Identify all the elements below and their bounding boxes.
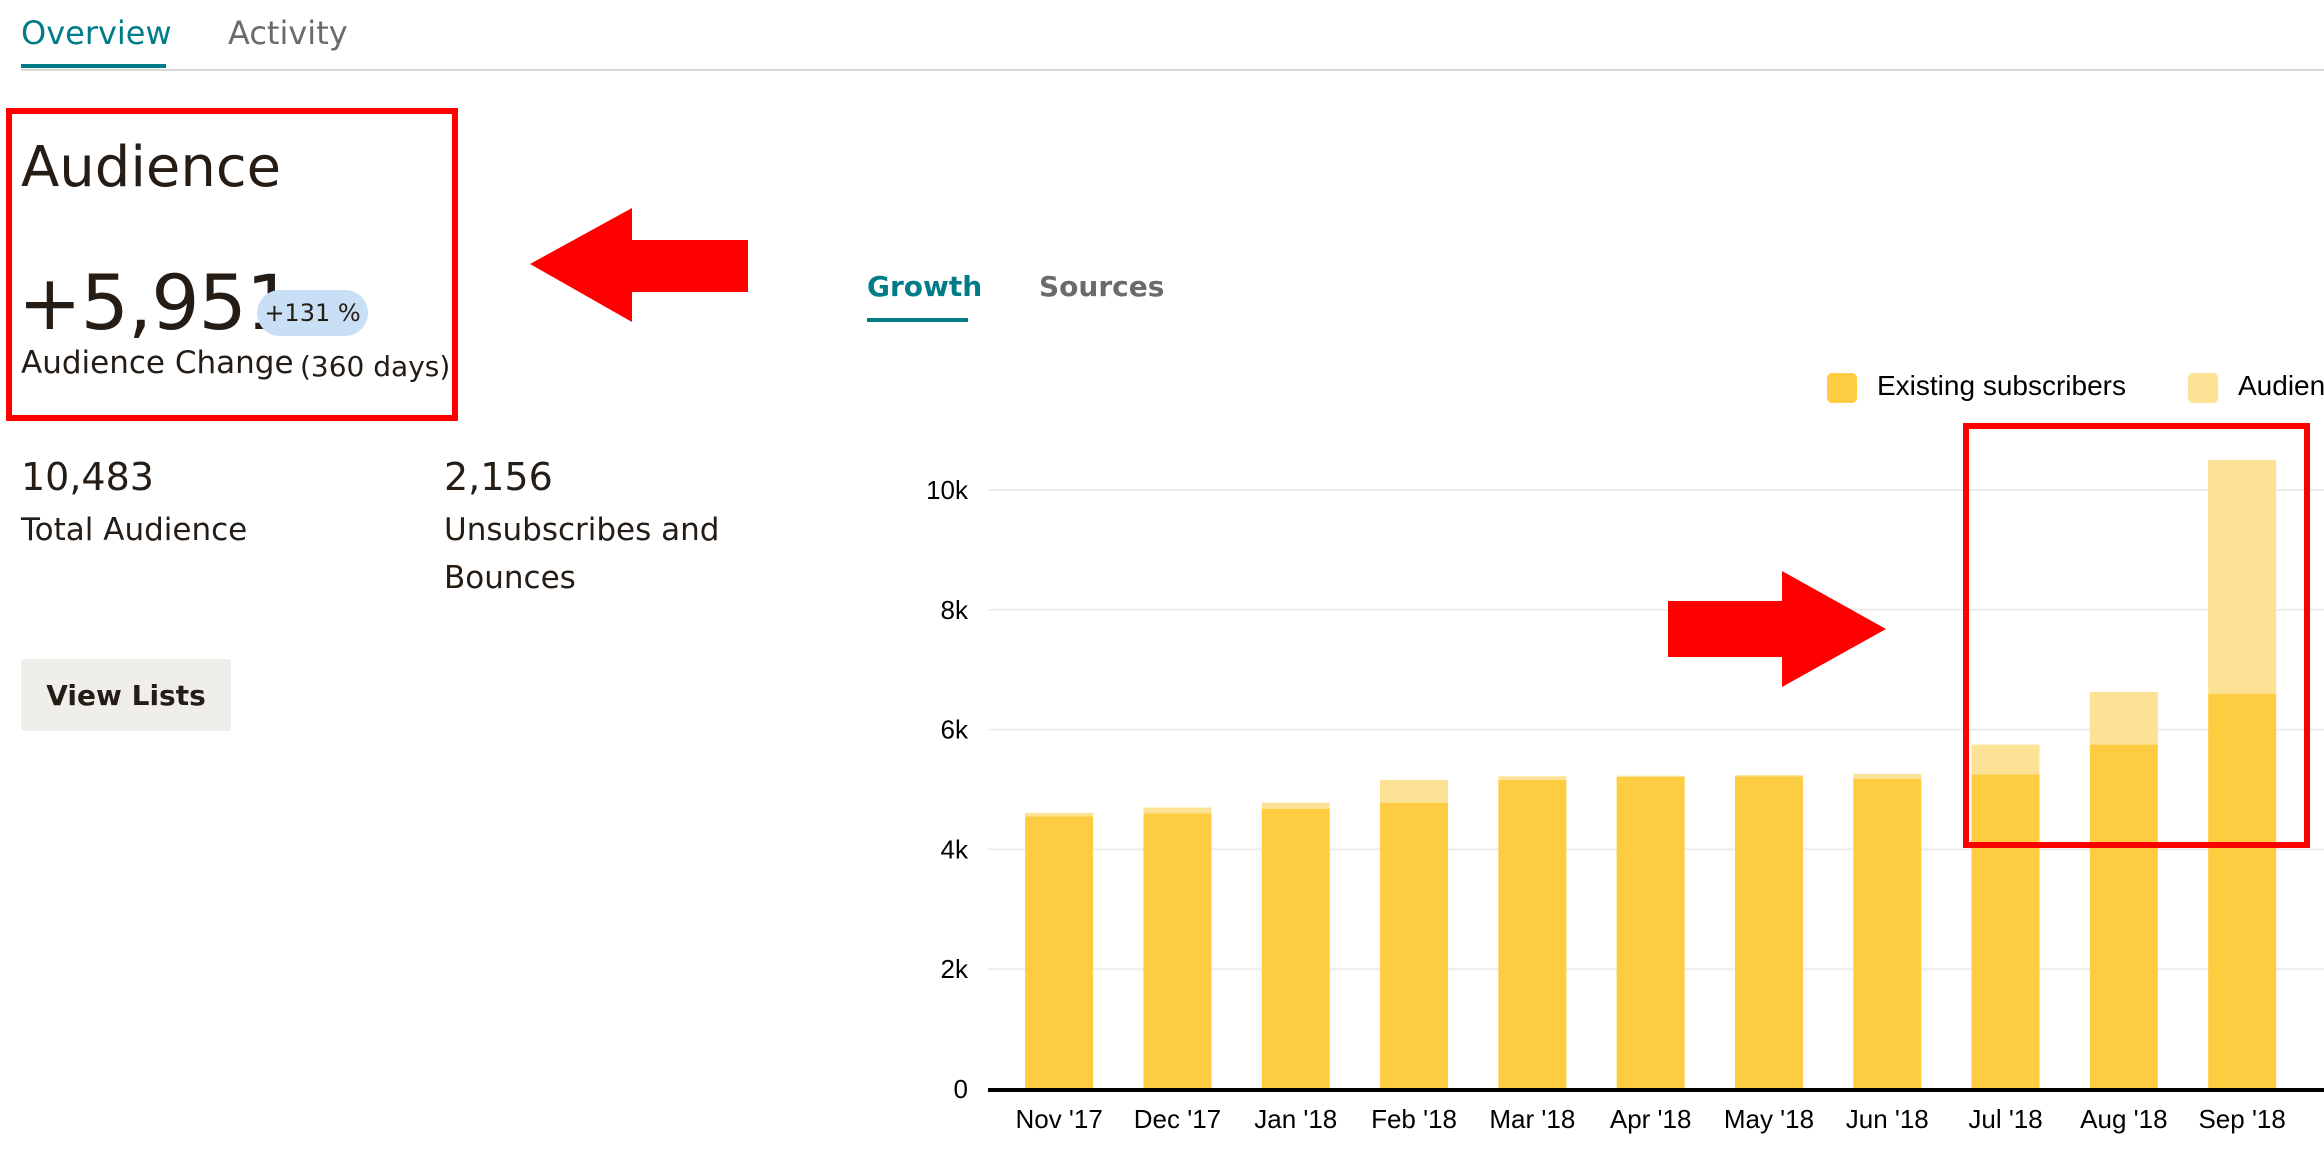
bar-new-audience — [1616, 775, 1685, 777]
annotation-arrow-right — [1668, 571, 1886, 687]
x-tick-label: Sep '18 — [2198, 1104, 2285, 1134]
x-tick-label: Apr '18 — [1610, 1104, 1692, 1134]
bar-new-audience — [1498, 776, 1567, 780]
bar-existing-subscribers — [1498, 779, 1567, 1089]
x-tick-label: Jun '18 — [1846, 1104, 1929, 1134]
y-tick-label: 4k — [941, 834, 969, 864]
bar-existing-subscribers — [1025, 816, 1094, 1089]
y-tick-label: 6k — [941, 715, 969, 745]
bar-new-audience — [1261, 802, 1330, 809]
bar-new-audience — [1025, 812, 1094, 817]
y-tick-label: 0 — [954, 1074, 968, 1104]
x-tick-label: Feb '18 — [1371, 1104, 1457, 1134]
y-tick-label: 10k — [926, 475, 969, 505]
bar-existing-subscribers — [1261, 808, 1330, 1089]
y-tick-label: 2k — [941, 954, 969, 984]
bar-new-audience — [1143, 807, 1212, 814]
x-tick-label: Jan '18 — [1254, 1104, 1337, 1134]
x-tick-label: Aug '18 — [2080, 1104, 2167, 1134]
bar-existing-subscribers — [1734, 776, 1803, 1089]
bar-existing-subscribers — [1143, 813, 1212, 1089]
x-tick-label: May '18 — [1724, 1104, 1814, 1134]
bar-new-audience — [1734, 775, 1803, 777]
x-tick-label: Jul '18 — [1968, 1104, 2042, 1134]
bar-existing-subscribers — [1380, 802, 1449, 1089]
y-tick-label: 8k — [941, 595, 969, 625]
annotation-box-recent-months — [1963, 423, 2310, 848]
bar-existing-subscribers — [1616, 776, 1685, 1089]
bar-new-audience — [1853, 773, 1922, 779]
x-tick-label: Nov '17 — [1015, 1104, 1102, 1134]
x-tick-label: Mar '18 — [1489, 1104, 1575, 1134]
x-tick-label: Dec '17 — [1134, 1104, 1221, 1134]
bar-new-audience — [1380, 779, 1449, 803]
bar-existing-subscribers — [1853, 778, 1922, 1089]
